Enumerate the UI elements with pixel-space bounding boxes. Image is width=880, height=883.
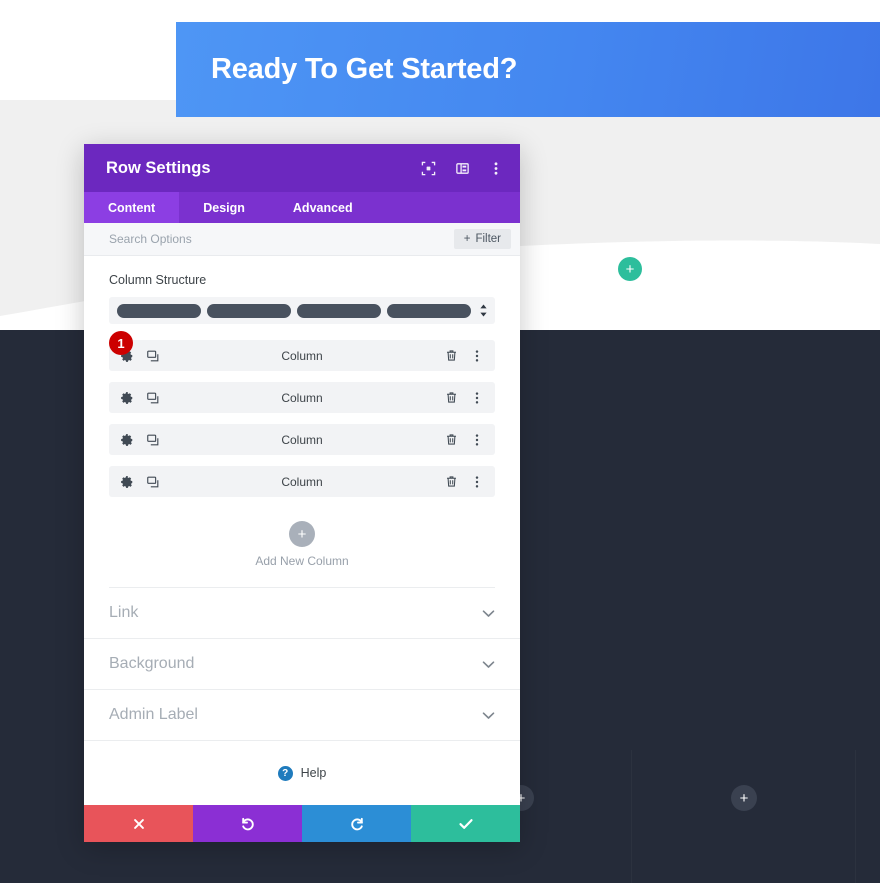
trash-icon[interactable] — [444, 391, 458, 405]
column-structure-picker[interactable] — [109, 297, 495, 324]
chevron-down-icon[interactable] — [481, 606, 495, 620]
undo-button[interactable] — [193, 805, 302, 842]
search-input[interactable] — [109, 232, 454, 246]
modal-body: Column Structure 1 Column Column Column … — [84, 256, 520, 805]
row-left-actions — [120, 391, 160, 405]
duplicate-icon[interactable] — [146, 433, 160, 447]
modal-header-actions — [420, 160, 504, 176]
gear-icon[interactable] — [120, 475, 134, 489]
column-name: Column — [281, 348, 323, 363]
structure-bar — [207, 303, 291, 318]
redo-button[interactable] — [302, 805, 411, 842]
accordion-admin-label-label: Admin Label — [109, 706, 198, 723]
help-icon: ? — [277, 765, 293, 781]
duplicate-icon[interactable] — [146, 391, 160, 405]
modal-tabs: Content Design Advanced — [84, 192, 520, 223]
gear-icon[interactable] — [120, 391, 134, 405]
plus-icon: + — [297, 525, 307, 543]
modal-footer — [84, 805, 520, 842]
chevron-down-icon[interactable] — [481, 708, 495, 722]
search-bar: + Filter — [84, 223, 520, 256]
close-icon — [133, 818, 144, 829]
column-name: Column — [281, 390, 323, 405]
focus-expand-icon[interactable] — [420, 160, 436, 176]
save-button[interactable] — [411, 805, 520, 842]
more-vertical-icon[interactable] — [470, 475, 484, 489]
tab-design[interactable]: Design — [179, 192, 269, 223]
more-vertical-icon[interactable] — [470, 433, 484, 447]
hero-title: Ready To Get Started? — [211, 53, 518, 85]
structure-bar — [387, 303, 471, 318]
column-structure-label: Column Structure — [109, 273, 207, 287]
help-label: Help — [300, 766, 327, 780]
more-vertical-icon[interactable] — [470, 349, 484, 363]
more-vertical-icon[interactable] — [470, 391, 484, 405]
plus-icon: + — [463, 233, 471, 245]
chevron-down-icon[interactable] — [481, 657, 495, 671]
filter-button[interactable]: + Filter — [453, 229, 511, 249]
row-right-actions — [444, 475, 484, 489]
structure-bar — [297, 303, 381, 318]
column-name: Column — [281, 432, 323, 447]
row-right-actions — [444, 349, 484, 363]
duplicate-icon[interactable] — [146, 349, 160, 363]
undo-icon — [241, 817, 254, 830]
table-row[interactable]: Column — [109, 466, 495, 497]
step-badge: 1 — [109, 331, 133, 355]
layout-panel-icon[interactable] — [454, 160, 470, 176]
row-right-actions — [444, 391, 484, 405]
columns-list: 1 Column Column Column Column + Add New … — [84, 324, 520, 588]
hero-banner: Ready To Get Started? — [176, 22, 880, 117]
trash-icon[interactable] — [444, 475, 458, 489]
accordion-background[interactable]: Background — [84, 639, 520, 690]
cancel-button[interactable] — [84, 805, 193, 842]
structure-bar — [117, 303, 201, 318]
redo-icon — [350, 817, 363, 830]
row-right-actions — [444, 433, 484, 447]
accordion-admin-label[interactable]: Admin Label — [84, 690, 520, 741]
up-down-arrows-icon[interactable] — [477, 304, 489, 317]
column-guide-line — [855, 750, 856, 883]
help-row[interactable]: ? Help — [84, 741, 520, 805]
column-guide-line — [631, 750, 632, 883]
trash-icon[interactable] — [444, 349, 458, 363]
table-row[interactable]: 1 Column — [109, 331, 495, 371]
row-left-actions — [120, 475, 160, 489]
add-section-button-teal[interactable]: + — [618, 257, 642, 281]
add-module-button-right[interactable]: + — [731, 785, 757, 811]
plus-icon: + — [739, 789, 749, 807]
more-vertical-icon[interactable] — [488, 160, 504, 176]
accordion-background-label: Background — [109, 655, 195, 672]
tab-advanced[interactable]: Advanced — [269, 192, 377, 223]
modal-header: Row Settings — [84, 144, 520, 192]
row-settings-modal: Row Settings Content Design Advanced Sea… — [84, 144, 520, 842]
screenshot-stage: Ready To Get Started? + + + Row Settings — [0, 0, 880, 883]
plus-icon: + — [625, 260, 635, 278]
accordion-link[interactable]: Link — [84, 588, 520, 639]
gear-icon[interactable] — [120, 433, 134, 447]
check-icon — [458, 818, 473, 829]
table-row[interactable]: Column — [109, 424, 495, 455]
filter-button-label: Filter — [475, 233, 501, 245]
table-row[interactable]: Column — [109, 382, 495, 413]
add-new-column-label: Add New Column — [255, 554, 349, 568]
modal-title: Row Settings — [106, 158, 211, 177]
add-new-column-button[interactable]: + — [289, 521, 315, 547]
column-structure-section: Column Structure — [84, 256, 520, 324]
accordion-link-label: Link — [109, 604, 139, 621]
duplicate-icon[interactable] — [146, 475, 160, 489]
row-left-actions — [120, 433, 160, 447]
trash-icon[interactable] — [444, 433, 458, 447]
add-new-column-area[interactable]: + Add New Column — [109, 508, 495, 588]
column-name: Column — [281, 474, 323, 489]
tab-content[interactable]: Content — [84, 192, 180, 223]
